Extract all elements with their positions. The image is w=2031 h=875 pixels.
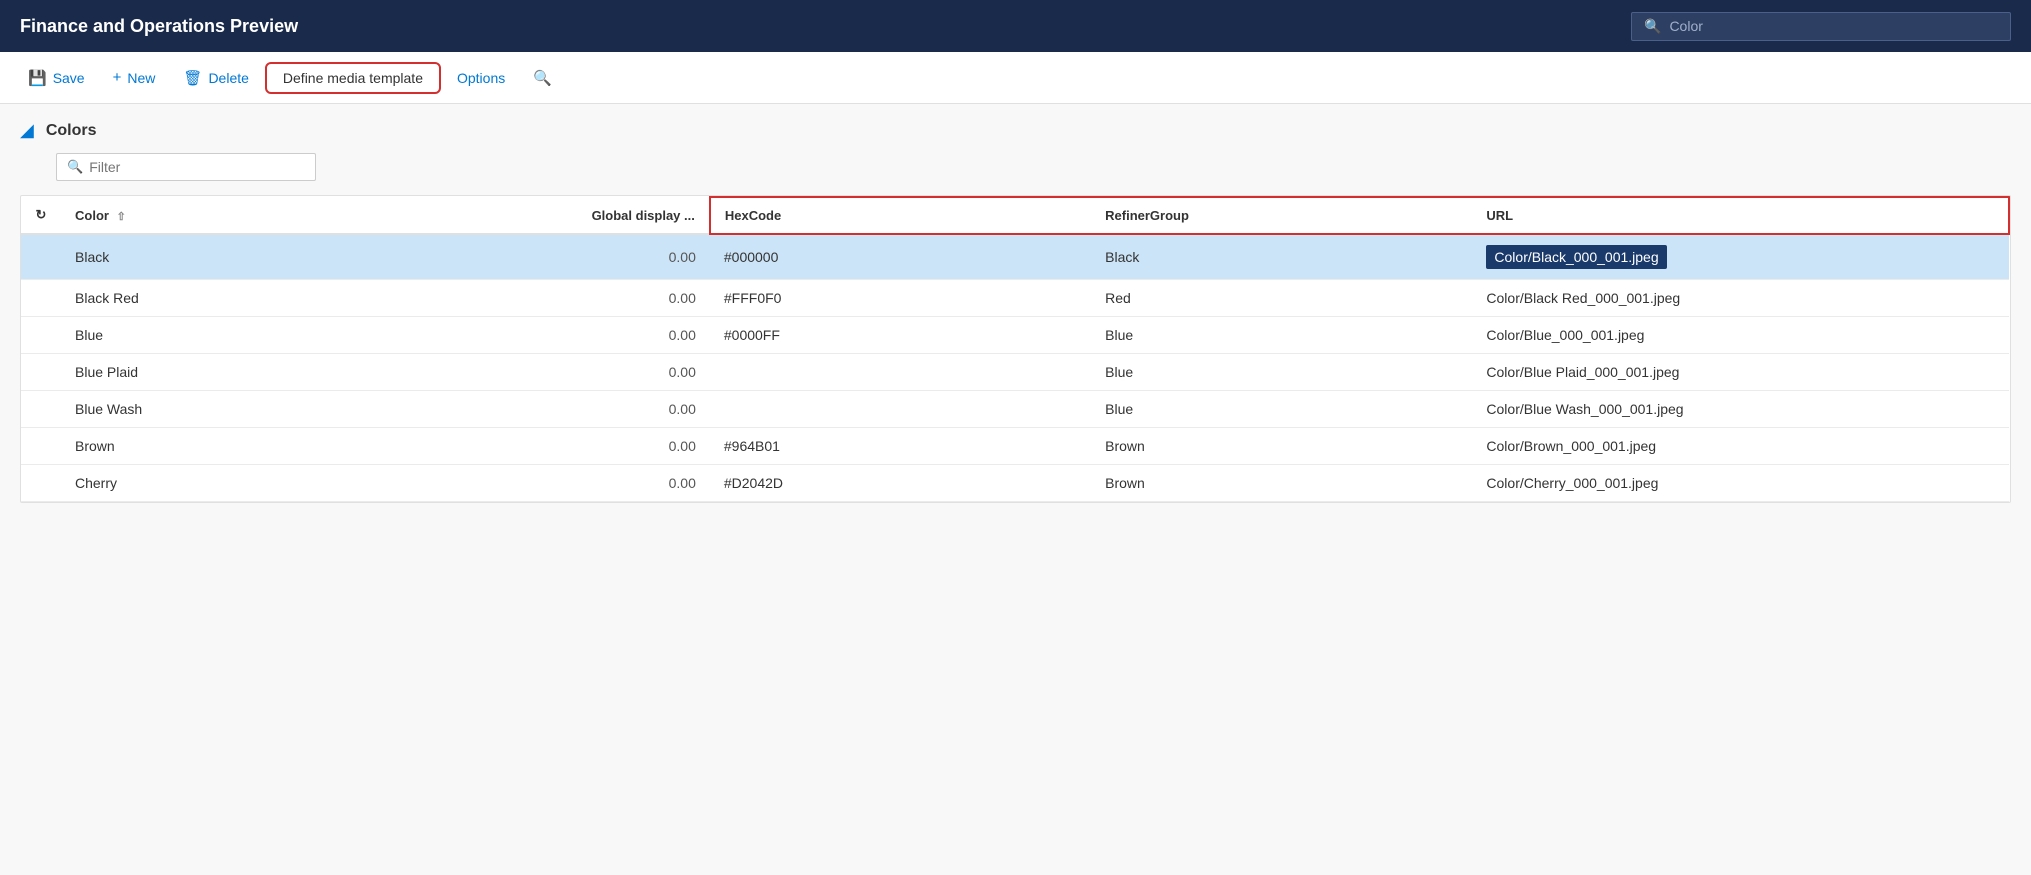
cell-url-2: Color/Blue_000_001.jpeg — [1472, 317, 2009, 354]
filter-icon[interactable]: ◢ — [20, 120, 34, 141]
cell-global-0: 0.00 — [395, 234, 710, 280]
cell-url-6: Color/Cherry_000_001.jpeg — [1472, 465, 2009, 502]
th-global-display[interactable]: Global display ... — [395, 197, 710, 234]
cell-hexcode-0: #000000 — [710, 234, 1091, 280]
th-color[interactable]: Color ⇧ — [61, 197, 395, 234]
define-media-template-button[interactable]: Define media template — [265, 62, 441, 94]
th-hexcode-label: HexCode — [725, 208, 781, 223]
th-color-label: Color — [75, 208, 109, 223]
cell-hexcode-3 — [710, 354, 1091, 391]
url-selected-value: Color/Black_000_001.jpeg — [1486, 245, 1666, 269]
new-label: New — [127, 70, 155, 86]
cell-refiner-4: Blue — [1091, 391, 1472, 428]
th-hexcode[interactable]: HexCode — [710, 197, 1091, 234]
cell-refiner-6: Brown — [1091, 465, 1472, 502]
cell-global-4: 0.00 — [395, 391, 710, 428]
th-refresh[interactable]: ↻ — [21, 197, 61, 234]
table-row[interactable]: Blue Wash 0.00 Blue Color/Blue Wash_000_… — [21, 391, 2009, 428]
cell-color-3: Blue Plaid — [61, 354, 395, 391]
options-button[interactable]: Options — [445, 64, 517, 92]
cell-url-3: Color/Blue Plaid_000_001.jpeg — [1472, 354, 2009, 391]
cell-refresh-0 — [21, 234, 61, 280]
cell-color-1: Black Red — [61, 280, 395, 317]
cell-refiner-5: Brown — [1091, 428, 1472, 465]
cell-color-6: Cherry — [61, 465, 395, 502]
filter-bar: ◢ Colors — [20, 120, 2011, 141]
cell-color-5: Brown — [61, 428, 395, 465]
cell-color-2: Blue — [61, 317, 395, 354]
filter-input-wrap[interactable]: 🔍 — [56, 153, 316, 181]
plus-icon: + — [113, 69, 122, 86]
cell-global-5: 0.00 — [395, 428, 710, 465]
sort-arrow-icon: ⇧ — [117, 211, 126, 223]
th-refiner-label: RefinerGroup — [1105, 208, 1189, 223]
colors-table: ↻ Color ⇧ Global display ... HexCode Ref… — [21, 196, 2010, 502]
global-search-box[interactable]: 🔍 — [1631, 12, 2011, 41]
cell-url-4: Color/Blue Wash_000_001.jpeg — [1472, 391, 2009, 428]
cell-refiner-0: Black — [1091, 234, 1472, 280]
cell-refresh-3 — [21, 354, 61, 391]
define-media-label: Define media template — [283, 70, 423, 86]
delete-icon: 🗑 — [183, 69, 202, 87]
table-row[interactable]: Black 0.00 #000000 Black Color/Black_000… — [21, 234, 2009, 280]
top-navigation-bar: Finance and Operations Preview 🔍 — [0, 0, 2031, 52]
table-body: Black 0.00 #000000 Black Color/Black_000… — [21, 234, 2009, 502]
cell-url-0: Color/Black_000_001.jpeg — [1472, 234, 2009, 280]
cell-refiner-1: Red — [1091, 280, 1472, 317]
cell-url-1: Color/Black Red_000_001.jpeg — [1472, 280, 2009, 317]
cell-refresh-5 — [21, 428, 61, 465]
colors-table-wrap: ↻ Color ⇧ Global display ... HexCode Ref… — [20, 195, 2011, 503]
toolbar-search-button[interactable]: 🔍 — [521, 63, 564, 93]
cell-refiner-2: Blue — [1091, 317, 1472, 354]
save-button[interactable]: 💾 Save — [16, 63, 97, 93]
cell-hexcode-6: #D2042D — [710, 465, 1091, 502]
new-button[interactable]: + New — [101, 63, 168, 92]
table-row[interactable]: Blue 0.00 #0000FF Blue Color/Blue_000_00… — [21, 317, 2009, 354]
table-row[interactable]: Cherry 0.00 #D2042D Brown Color/Cherry_0… — [21, 465, 2009, 502]
table-row[interactable]: Brown 0.00 #964B01 Brown Color/Brown_000… — [21, 428, 2009, 465]
search-icon: 🔍 — [1644, 18, 1661, 35]
cell-refresh-6 — [21, 465, 61, 502]
main-content: ◢ Colors 🔍 ↻ Color ⇧ Global display ... — [0, 104, 2031, 875]
cell-color-0: Black — [61, 234, 395, 280]
cell-refresh-2 — [21, 317, 61, 354]
th-refiner-group[interactable]: RefinerGroup — [1091, 197, 1472, 234]
table-header-row: ↻ Color ⇧ Global display ... HexCode Ref… — [21, 197, 2009, 234]
cell-global-2: 0.00 — [395, 317, 710, 354]
th-url[interactable]: URL — [1472, 197, 2009, 234]
th-url-label: URL — [1486, 208, 1513, 223]
cell-hexcode-1: #FFF0F0 — [710, 280, 1091, 317]
cell-global-3: 0.00 — [395, 354, 710, 391]
cell-refresh-1 — [21, 280, 61, 317]
cell-refiner-3: Blue — [1091, 354, 1472, 391]
cell-global-1: 0.00 — [395, 280, 710, 317]
app-title: Finance and Operations Preview — [20, 16, 1631, 37]
toolbar: 💾 Save + New 🗑 Delete Define media templ… — [0, 52, 2031, 104]
cell-hexcode-4 — [710, 391, 1091, 428]
cell-refresh-4 — [21, 391, 61, 428]
options-label: Options — [457, 70, 505, 86]
global-search-input[interactable] — [1669, 18, 1998, 34]
cell-color-4: Blue Wash — [61, 391, 395, 428]
section-title: Colors — [46, 122, 97, 140]
delete-label: Delete — [208, 70, 248, 86]
delete-button[interactable]: 🗑 Delete — [171, 63, 261, 93]
table-row[interactable]: Blue Plaid 0.00 Blue Color/Blue Plaid_00… — [21, 354, 2009, 391]
table-row[interactable]: Black Red 0.00 #FFF0F0 Red Color/Black R… — [21, 280, 2009, 317]
cell-url-5: Color/Brown_000_001.jpeg — [1472, 428, 2009, 465]
save-icon: 💾 — [28, 69, 47, 87]
cell-global-6: 0.00 — [395, 465, 710, 502]
filter-input[interactable] — [89, 159, 305, 175]
th-global-label: Global display ... — [592, 208, 695, 223]
toolbar-search-icon: 🔍 — [533, 69, 552, 87]
filter-search-icon: 🔍 — [67, 159, 83, 175]
save-label: Save — [53, 70, 85, 86]
cell-hexcode-5: #964B01 — [710, 428, 1091, 465]
cell-hexcode-2: #0000FF — [710, 317, 1091, 354]
refresh-icon[interactable]: ↻ — [36, 207, 47, 222]
